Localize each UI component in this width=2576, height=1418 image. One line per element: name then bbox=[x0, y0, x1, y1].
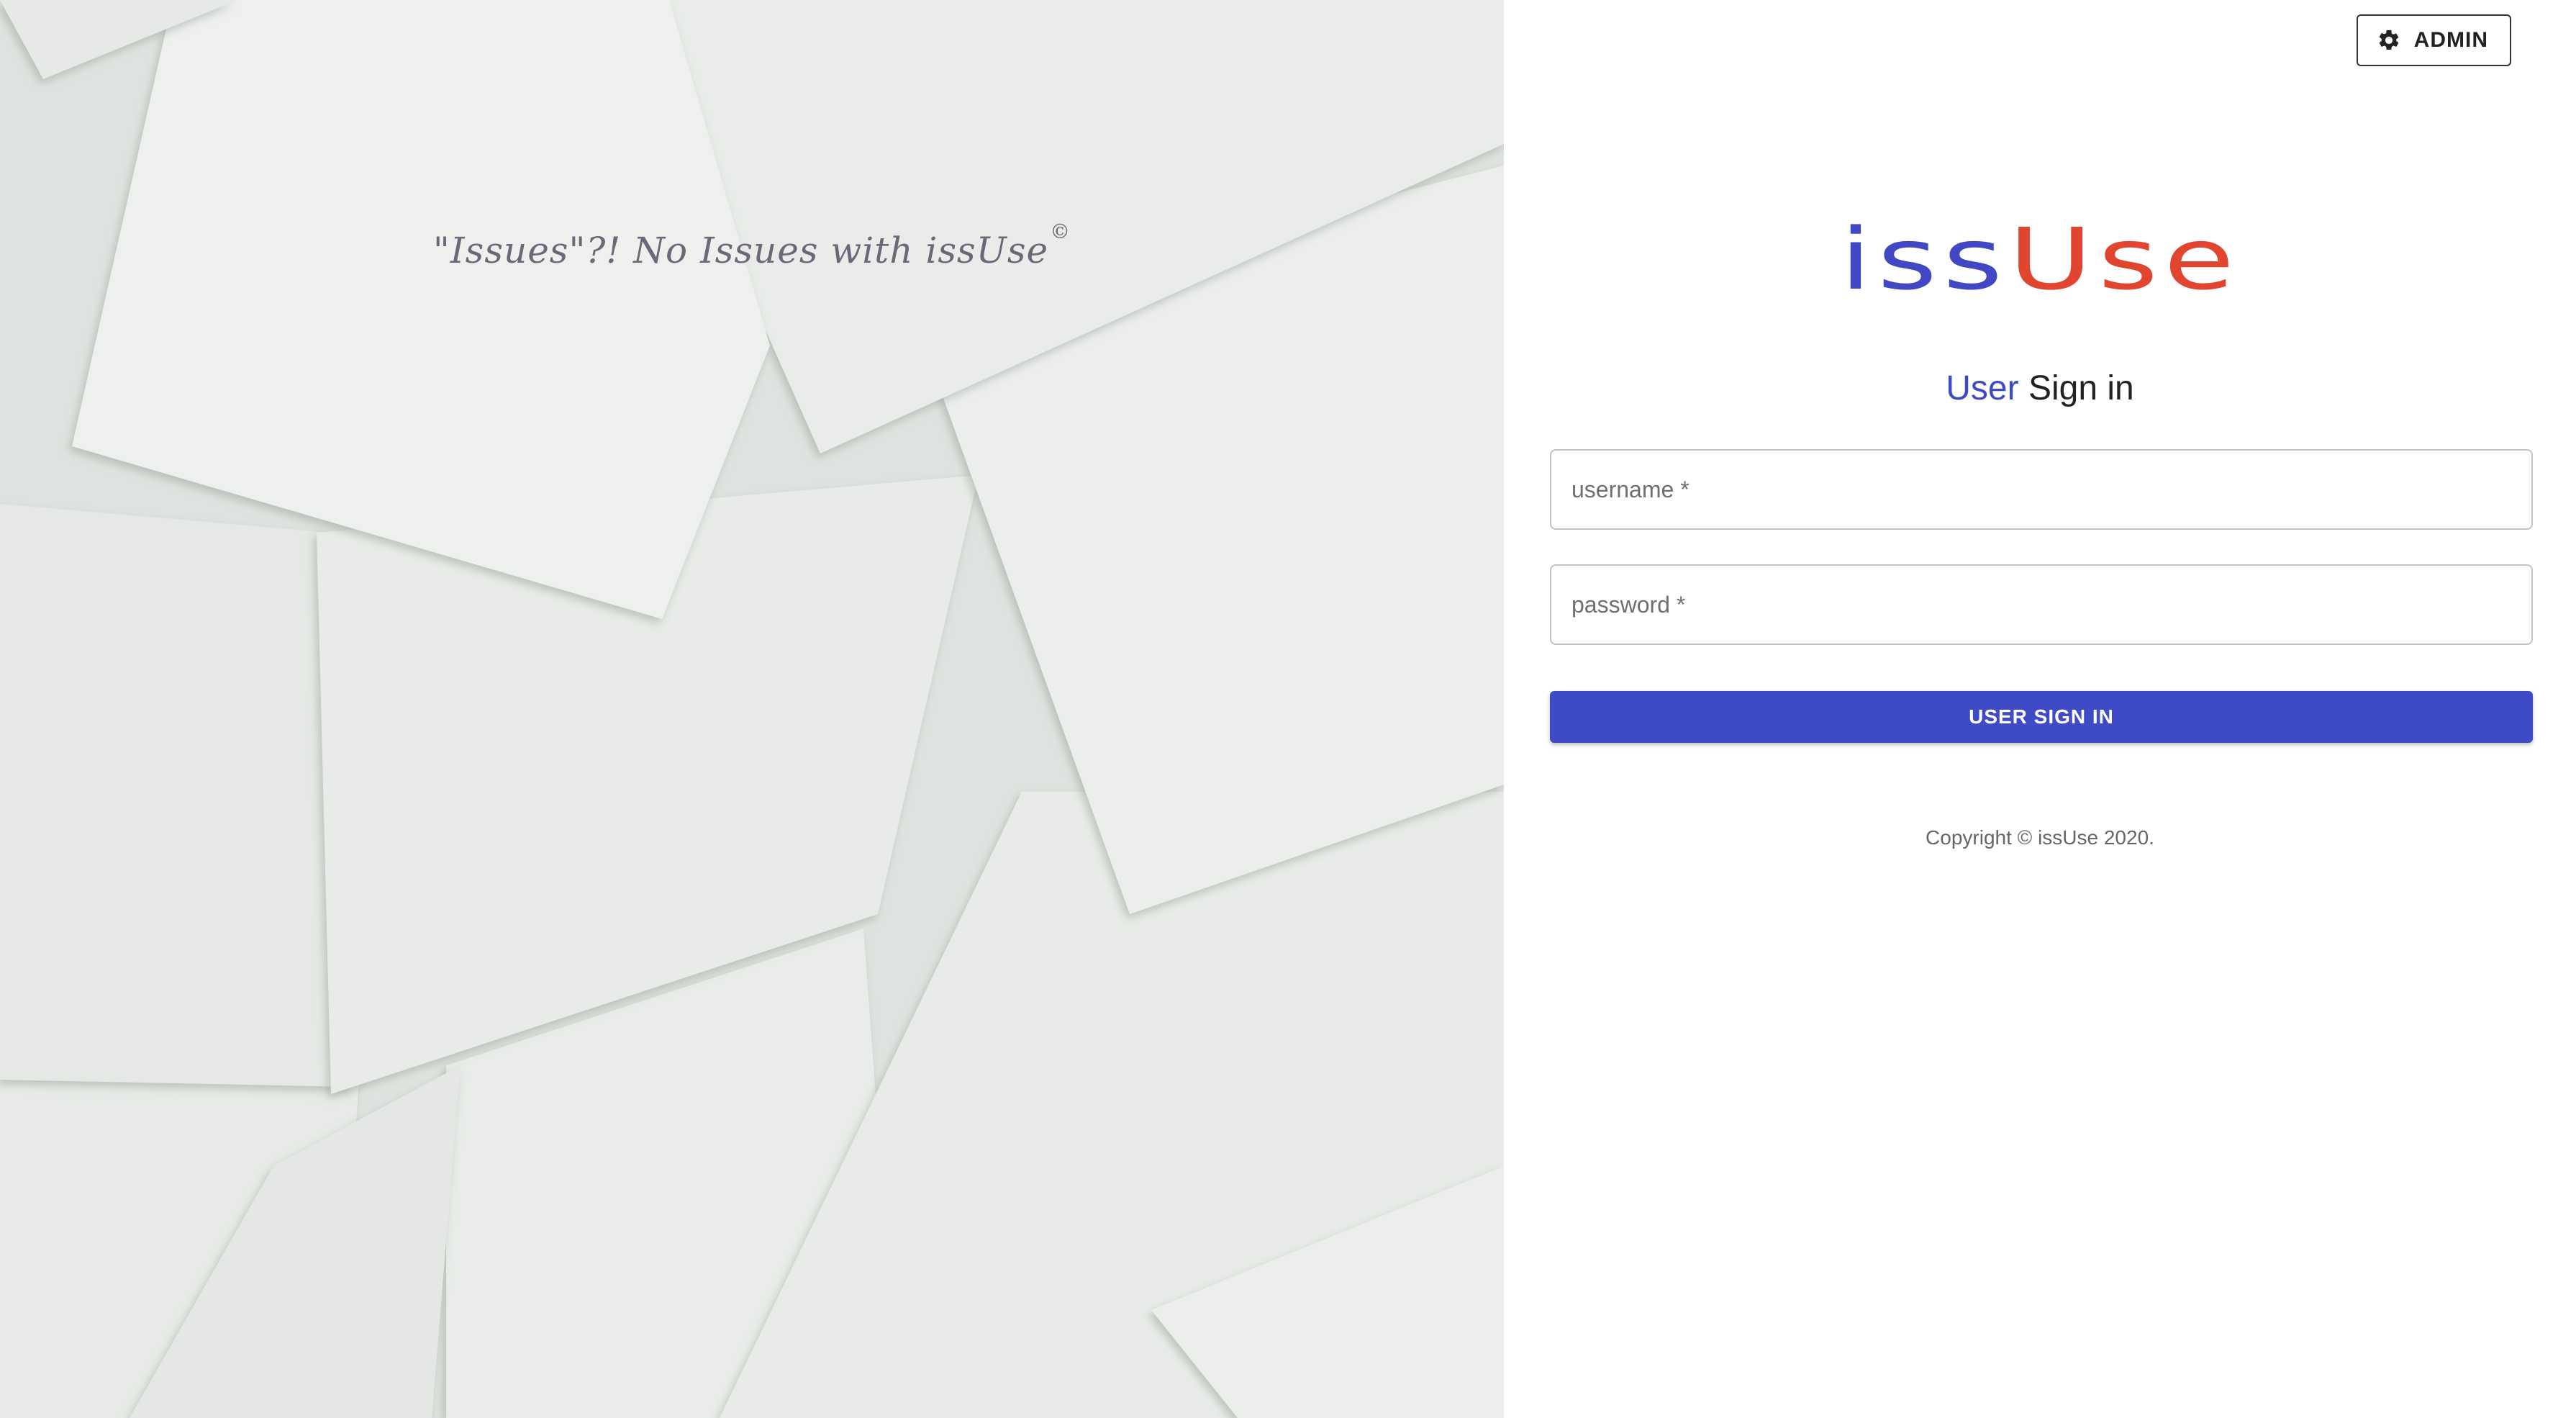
sign-in-page: "Issues"?! No Issues with issUse© ADMIN … bbox=[0, 0, 2576, 1418]
password-field[interactable] bbox=[1550, 564, 2533, 645]
copyright-mark: © bbox=[1050, 220, 1071, 243]
paper-background-image bbox=[0, 0, 1504, 1418]
logo-part-use: Use bbox=[2008, 209, 2241, 309]
page-title: User Sign in bbox=[1504, 369, 2576, 408]
username-field[interactable] bbox=[1550, 449, 2533, 530]
issuse-logo: issUse bbox=[1316, 205, 2576, 313]
copyright-text: Copyright © issUse 2020. bbox=[1926, 826, 2154, 849]
admin-button[interactable]: ADMIN bbox=[2356, 14, 2511, 66]
tagline-text: "Issues"?! No Issues with issUse bbox=[432, 230, 1049, 271]
gear-icon bbox=[2379, 30, 2398, 50]
title-rest: Sign in bbox=[2028, 369, 2134, 407]
hero-tagline: "Issues"?! No Issues with issUse© bbox=[0, 220, 1504, 271]
user-sign-in-button[interactable]: USER SIGN IN bbox=[1550, 691, 2533, 743]
password-input[interactable] bbox=[1551, 566, 2531, 643]
title-accent: User bbox=[1946, 369, 2019, 407]
admin-button-label: ADMIN bbox=[2413, 28, 2488, 52]
username-input[interactable] bbox=[1551, 451, 2531, 528]
hero-panel: "Issues"?! No Issues with issUse© bbox=[0, 0, 1504, 1418]
logo-part-iss: iss bbox=[1839, 209, 2009, 309]
sign-in-panel: ADMIN issUse User Sign in USER SIGN IN C… bbox=[1504, 0, 2576, 1418]
